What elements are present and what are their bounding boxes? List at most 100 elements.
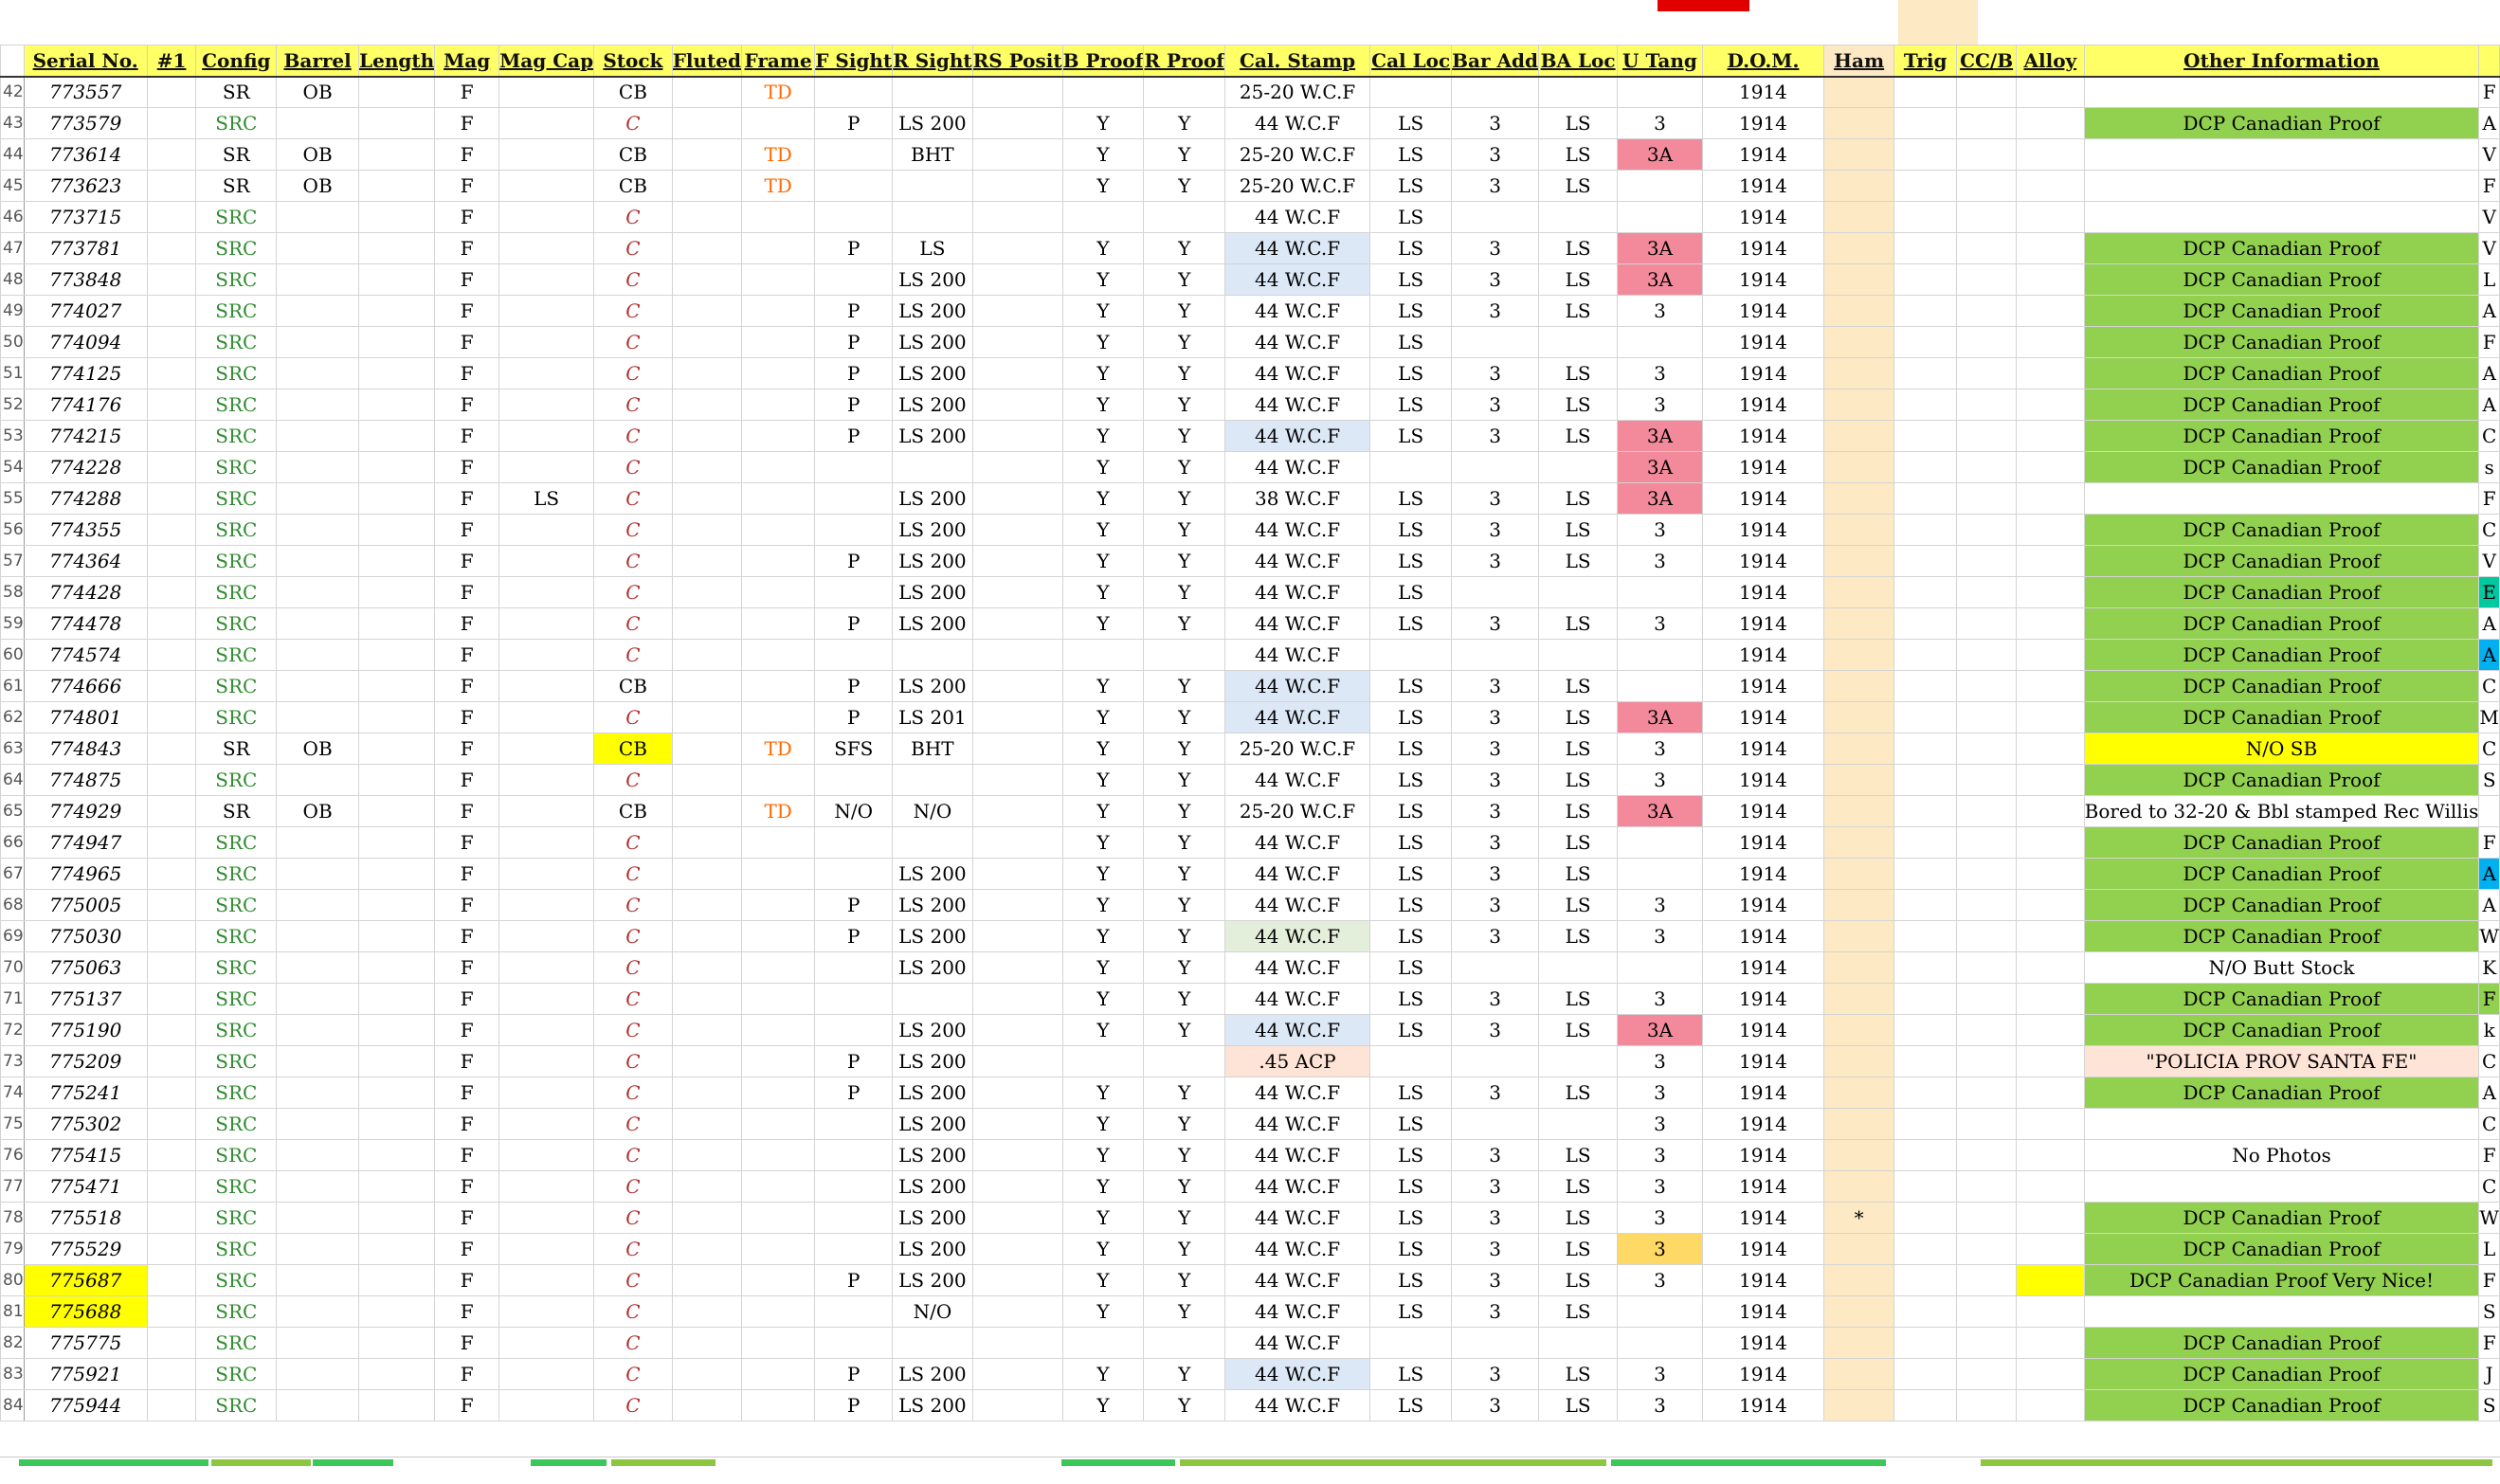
- cell-dom[interactable]: 1914: [1701, 326, 1825, 358]
- cell-bal[interactable]: LS: [1537, 889, 1619, 921]
- cell-bar[interactable]: [276, 576, 360, 608]
- cell-bp[interactable]: Y: [1061, 514, 1145, 546]
- cell-cfg[interactable]: SRC: [195, 576, 278, 608]
- cell-frm[interactable]: [741, 357, 816, 389]
- cell-bp[interactable]: [1061, 1045, 1145, 1077]
- cell-flu[interactable]: [671, 1389, 743, 1421]
- cell-ser[interactable]: 775209: [23, 1045, 148, 1077]
- cell-dom[interactable]: 1914: [1701, 1170, 1825, 1203]
- cell-all[interactable]: [2016, 1327, 2085, 1359]
- cell-ccb[interactable]: [1956, 482, 2017, 515]
- cell-rp[interactable]: Y: [1143, 514, 1225, 546]
- cell-bp[interactable]: Y: [1061, 1077, 1145, 1109]
- cell-rp[interactable]: Y: [1143, 107, 1225, 139]
- cell-all[interactable]: [2016, 514, 2085, 546]
- cell-ham[interactable]: [1823, 764, 1895, 796]
- cell-cl[interactable]: LS: [1369, 1108, 1453, 1140]
- cell-cl[interactable]: LS: [1369, 670, 1453, 702]
- cell-ba[interactable]: 3: [1451, 482, 1539, 515]
- row-number[interactable]: 65: [0, 795, 25, 827]
- cell-cal[interactable]: 25-20 W.C.F: [1223, 733, 1371, 765]
- cell-len[interactable]: [358, 1077, 436, 1109]
- cell-mcap[interactable]: [498, 1295, 595, 1328]
- cell-mcap[interactable]: [498, 576, 595, 608]
- cell-rsp[interactable]: [971, 170, 1063, 202]
- cell-cfg[interactable]: SRC: [195, 232, 278, 264]
- cell-ut[interactable]: 3A: [1617, 1014, 1703, 1046]
- cell-edge[interactable]: C: [2478, 420, 2500, 452]
- cell-cal[interactable]: 44 W.C.F: [1223, 545, 1371, 577]
- header-rs[interactable]: R Sight: [892, 45, 973, 78]
- cell-stk[interactable]: CB: [593, 670, 673, 702]
- cell-mcap[interactable]: [498, 138, 595, 171]
- cell-ut[interactable]: 3: [1617, 1077, 1703, 1109]
- cell-ser[interactable]: 775241: [23, 1077, 148, 1109]
- cell-oth[interactable]: DCP Canadian Proof: [2083, 920, 2480, 952]
- cell-num[interactable]: [146, 201, 197, 233]
- cell-cfg[interactable]: SRC: [195, 1045, 278, 1077]
- cell-edge[interactable]: W: [2478, 1202, 2500, 1234]
- cell-len[interactable]: [358, 983, 436, 1015]
- cell-bal[interactable]: LS: [1537, 1264, 1619, 1296]
- cell-trg[interactable]: [1893, 1045, 1958, 1077]
- cell-mcap[interactable]: [498, 951, 595, 984]
- cell-ham[interactable]: [1823, 201, 1895, 233]
- cell-mcap[interactable]: [498, 1170, 595, 1203]
- row-number[interactable]: 84: [0, 1389, 25, 1421]
- cell-rs[interactable]: LS 200: [892, 1108, 973, 1140]
- cell-ccb[interactable]: [1956, 670, 2017, 702]
- row-number[interactable]: 69: [0, 920, 25, 952]
- cell-edge[interactable]: L: [2478, 1233, 2500, 1265]
- header-mag[interactable]: Mag: [434, 45, 500, 78]
- cell-cl[interactable]: LS: [1369, 1389, 1453, 1421]
- cell-frm[interactable]: [741, 482, 816, 515]
- cell-len[interactable]: [358, 701, 436, 733]
- cell-rsp[interactable]: [971, 795, 1063, 827]
- cell-cal[interactable]: 38 W.C.F: [1223, 482, 1371, 515]
- cell-cl[interactable]: LS: [1369, 170, 1453, 202]
- cell-edge[interactable]: V: [2478, 545, 2500, 577]
- cell-mag[interactable]: F: [434, 764, 500, 796]
- cell-bp[interactable]: [1061, 1327, 1145, 1359]
- cell-cal[interactable]: 44 W.C.F: [1223, 263, 1371, 296]
- cell-dom[interactable]: 1914: [1701, 983, 1825, 1015]
- cell-frm[interactable]: TD: [741, 795, 816, 827]
- cell-ut[interactable]: 3: [1617, 1264, 1703, 1296]
- cell-bal[interactable]: LS: [1537, 1077, 1619, 1109]
- cell-num[interactable]: [146, 1045, 197, 1077]
- cell-flu[interactable]: [671, 1264, 743, 1296]
- cell-mcap[interactable]: [498, 1327, 595, 1359]
- cell-ser[interactable]: 774574: [23, 639, 148, 671]
- cell-ba[interactable]: 3: [1451, 1202, 1539, 1234]
- cell-mcap[interactable]: [498, 795, 595, 827]
- row-number[interactable]: 56: [0, 514, 25, 546]
- cell-dom[interactable]: 1914: [1701, 389, 1825, 421]
- cell-oth[interactable]: DCP Canadian Proof: [2083, 764, 2480, 796]
- cell-ut[interactable]: 3: [1617, 983, 1703, 1015]
- cell-stk[interactable]: CB: [593, 170, 673, 202]
- cell-bal[interactable]: LS: [1537, 607, 1619, 640]
- cell-fs[interactable]: [814, 138, 894, 171]
- cell-mag[interactable]: F: [434, 1233, 500, 1265]
- header-cfg[interactable]: Config: [195, 45, 278, 78]
- cell-cfg[interactable]: SRC: [195, 451, 278, 483]
- header-len[interactable]: Length: [358, 45, 436, 78]
- cell-all[interactable]: [2016, 826, 2085, 859]
- cell-oth[interactable]: DCP Canadian Proof: [2083, 607, 2480, 640]
- cell-bal[interactable]: LS: [1537, 170, 1619, 202]
- cell-len[interactable]: [358, 201, 436, 233]
- cell-ham[interactable]: [1823, 1264, 1895, 1296]
- cell-cal[interactable]: 44 W.C.F: [1223, 1358, 1371, 1390]
- cell-cl[interactable]: LS: [1369, 1014, 1453, 1046]
- cell-frm[interactable]: [741, 1264, 816, 1296]
- cell-ser[interactable]: 774947: [23, 826, 148, 859]
- cell-ham[interactable]: [1823, 795, 1895, 827]
- cell-all[interactable]: [2016, 545, 2085, 577]
- cell-frm[interactable]: [741, 295, 816, 327]
- cell-bar[interactable]: [276, 764, 360, 796]
- row-number[interactable]: 52: [0, 389, 25, 421]
- cell-oth[interactable]: DCP Canadian Proof: [2083, 107, 2480, 139]
- cell-rs[interactable]: LS 200: [892, 420, 973, 452]
- cell-ba[interactable]: 3: [1451, 1077, 1539, 1109]
- cell-rsp[interactable]: [971, 1358, 1063, 1390]
